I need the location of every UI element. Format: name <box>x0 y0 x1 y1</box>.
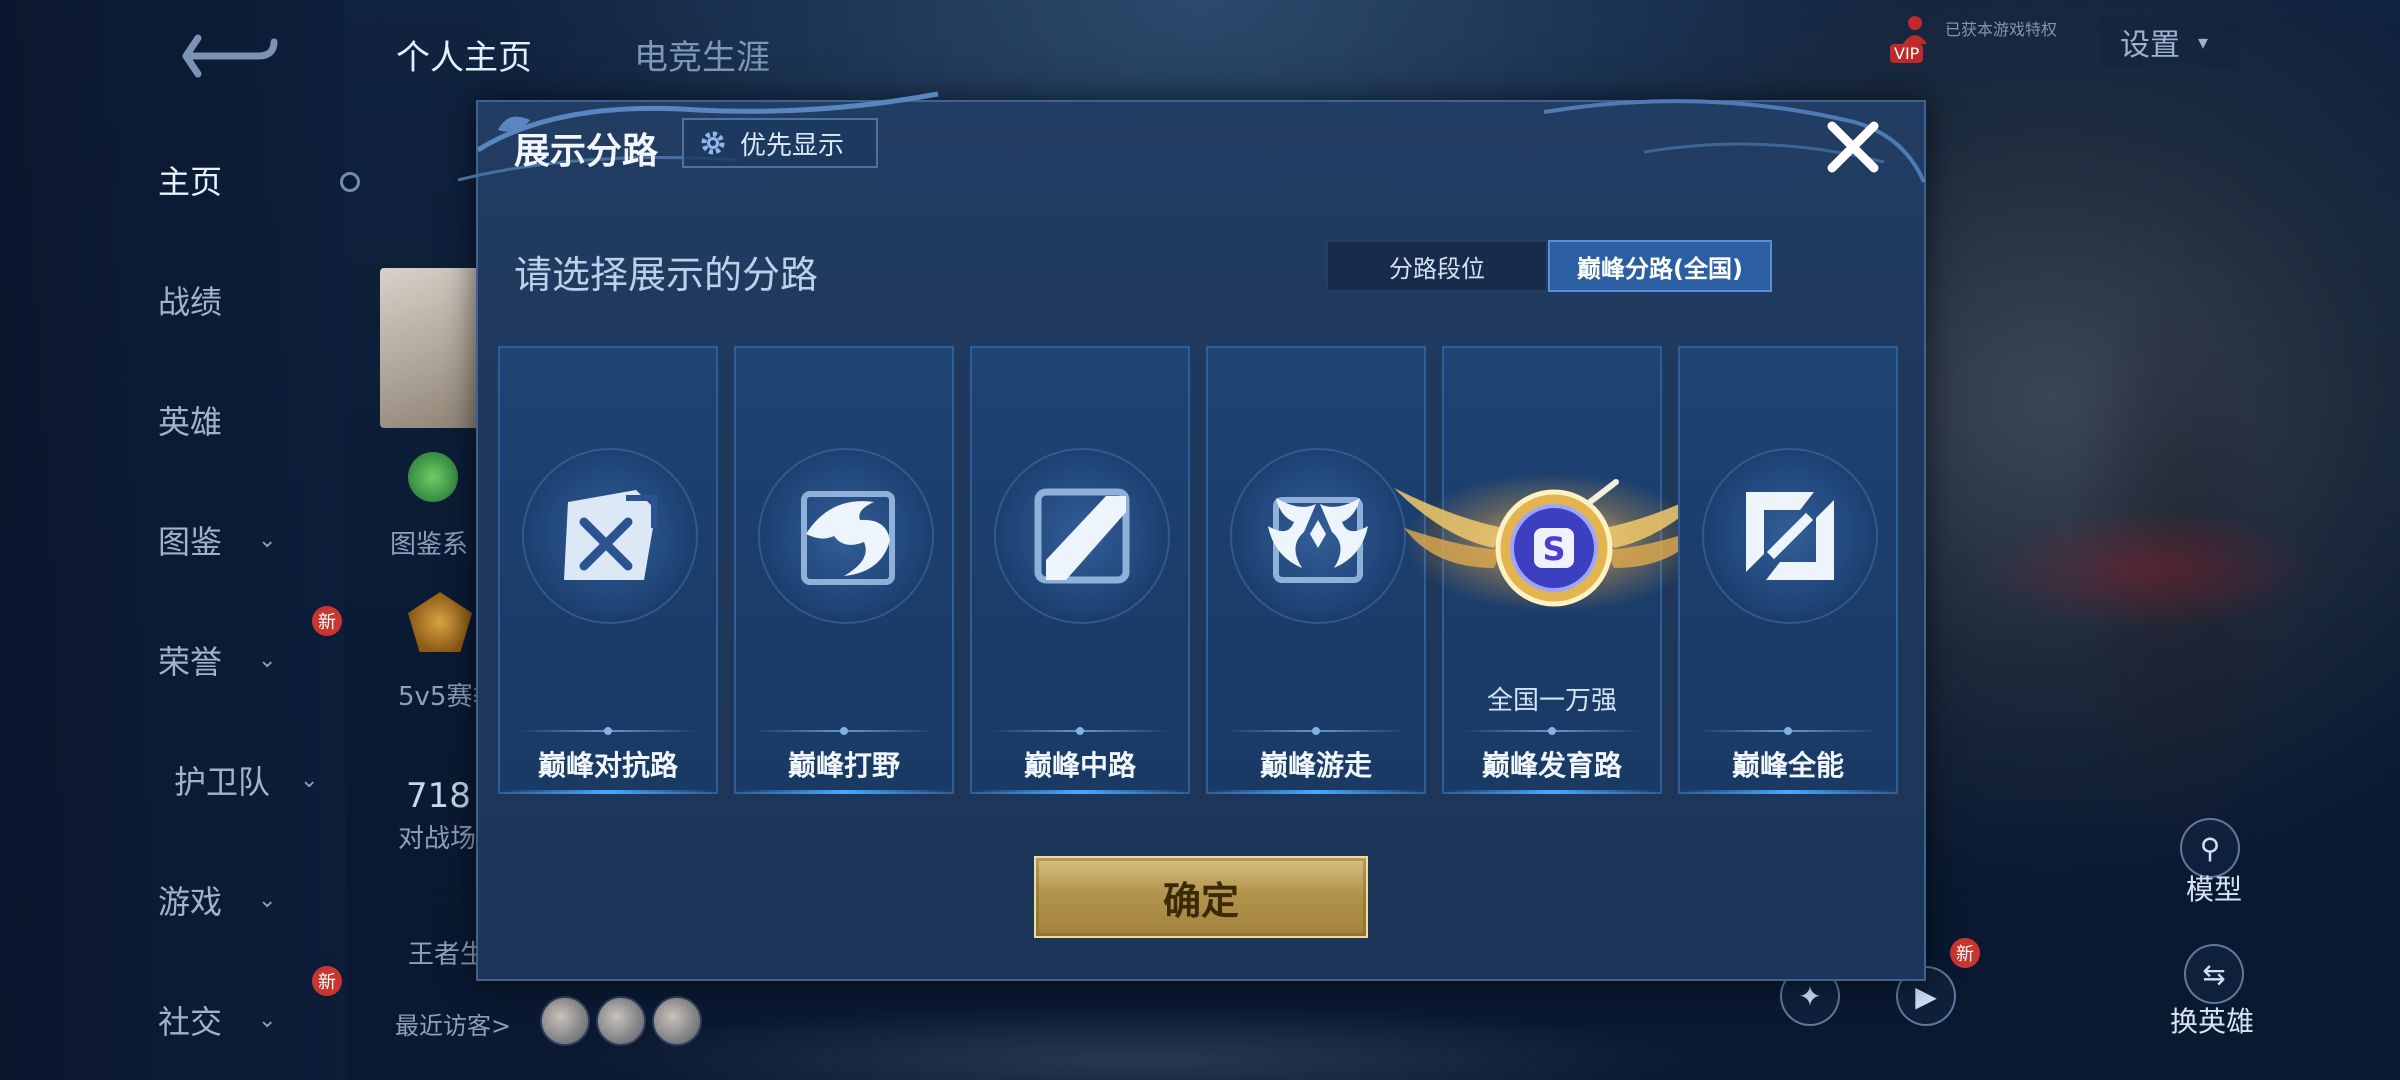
divider <box>754 727 934 735</box>
sidebar-item[interactable]: 游戏 ⌄ <box>150 870 310 930</box>
visitor-avatar[interactable] <box>652 996 702 1046</box>
golden-wings-glow: S <box>1394 473 1714 613</box>
sidebar-item[interactable]: 社交 ⌄ <box>150 990 310 1050</box>
match-count-caption: 对战场 <box>398 824 477 854</box>
priority-display-label: 优先显示 <box>740 130 845 161</box>
lane-rank: 全国一万强 <box>1486 686 1617 716</box>
tab-personal-home[interactable]: 个人主页 <box>396 30 532 79</box>
dialog-subtitle: 请选择展示的分路 <box>514 253 819 297</box>
chevron-down-icon: ⌄ <box>258 647 277 673</box>
tab-peak-lane-national[interactable]: 巅峰分路(全国) <box>1548 240 1772 292</box>
sidebar-item[interactable]: 荣誉 ⌄ <box>150 630 310 690</box>
confirm-button[interactable]: 确定 <box>1034 856 1368 938</box>
visitor-avatar[interactable] <box>596 996 646 1046</box>
sidebar-item[interactable]: 英雄 <box>150 390 310 450</box>
chevron-down-icon: ⌄ <box>300 767 319 793</box>
model-label[interactable]: 模型 <box>2186 868 2242 908</box>
new-badge: 新 <box>1950 938 1980 968</box>
divider <box>1698 727 1878 735</box>
lane-name: 巅峰全能 <box>1731 749 1844 782</box>
tujian-text: 图鉴系 <box>390 530 469 560</box>
divider <box>990 727 1170 735</box>
vip-text: 已获本游戏特权 <box>1945 20 2058 39</box>
divider <box>1462 727 1642 735</box>
match-count: 718 <box>406 776 471 816</box>
lane-name: 巅峰打野 <box>787 749 900 782</box>
diagonal-blade-icon <box>1034 488 1130 584</box>
sidebar-item-label: 荣誉 <box>157 643 222 681</box>
back-arrow-icon[interactable] <box>180 30 280 82</box>
gear-icon <box>701 131 725 155</box>
divider <box>518 727 698 735</box>
sidebar-item[interactable]: 主页 <box>150 150 310 210</box>
swap-hero-label[interactable]: 换英雄 <box>2170 1000 2254 1040</box>
sidebar-item-label: 图鉴 <box>157 523 222 561</box>
lane-card-adc[interactable]: S 全国一万强 巅峰发育路 <box>1394 346 1714 794</box>
green-emblem-icon <box>408 452 458 502</box>
priority-display-button[interactable]: 优先显示 <box>682 118 878 168</box>
tab-lane-rank[interactable]: 分路段位 <box>1326 240 1548 292</box>
chevron-down-icon: ⌄ <box>258 887 277 913</box>
interlock-icon <box>1746 492 1834 580</box>
lane-name: 巅峰对抗路 <box>537 749 678 782</box>
close-icon[interactable] <box>1822 116 1884 178</box>
settings-label: 设置 <box>2120 28 2180 63</box>
divider <box>1226 727 1406 735</box>
lane-card-allround[interactable]: 巅峰全能 <box>1678 346 1898 794</box>
person-icon <box>1903 16 1927 44</box>
sidebar-item-label: 英雄 <box>157 403 222 441</box>
wings-icon <box>1268 497 1368 583</box>
swap-hero-icon[interactable]: ⇆ <box>2184 944 2244 1004</box>
dragon-icon <box>801 491 895 585</box>
lane-display-dialog: 展示分路 优先显示 请选择展示的分路 分路段位 巅峰分路(全国) 巅峰对抗路 巅… <box>457 91 1926 981</box>
crossed-swords-icon <box>564 490 657 580</box>
recent-visitors-link[interactable]: 最近访客> <box>395 1006 511 1041</box>
player-portrait <box>380 268 480 428</box>
active-indicator-dot <box>340 172 360 192</box>
vip-badge: VIP <box>1890 44 1924 63</box>
lane-name: 巅峰中路 <box>1023 749 1136 782</box>
king-text: 王者生 <box>408 940 487 970</box>
lane-name: 巅峰游走 <box>1259 749 1372 782</box>
sidebar-item-label: 战绩 <box>157 283 222 321</box>
sidebar-item[interactable]: 图鉴 ⌄ <box>150 510 310 570</box>
lane-card-jungle[interactable]: 巅峰打野 <box>734 346 954 794</box>
lane-card-top[interactable]: 巅峰对抗路 <box>498 346 718 794</box>
dialog-title: 展示分路 <box>514 131 659 172</box>
red-ribbon-art <box>1900 420 2400 720</box>
new-badge: 新 <box>312 966 342 996</box>
sidebar-item-label: 社交 <box>157 1003 222 1041</box>
sidebar-item[interactable]: 护卫队 ⌄ <box>172 750 332 810</box>
settings-button[interactable]: 设置 ▾ <box>2100 16 2240 68</box>
sidebar-item-label: 主页 <box>157 163 222 201</box>
sidebar-item-label: 护卫队 <box>173 763 270 801</box>
lane-card-support[interactable]: 巅峰游走 <box>1206 346 1426 794</box>
sidebar-item[interactable]: 战绩 <box>150 270 310 330</box>
vip-privilege[interactable]: VIP 已获本游戏特权 <box>1890 14 2060 70</box>
svg-text:S: S <box>1542 530 1565 568</box>
sidebar-item-label: 游戏 <box>157 883 222 921</box>
lane-card-mid[interactable]: 巅峰中路 <box>970 346 1190 794</box>
visitor-avatar[interactable] <box>540 996 590 1046</box>
chevron-down-icon: ⌄ <box>258 1007 277 1033</box>
chevron-down-icon: ⌄ <box>258 527 277 553</box>
chevron-down-icon: ▾ <box>2198 30 2209 54</box>
tab-esports-career[interactable]: 电竞生涯 <box>634 30 770 79</box>
lane-name: 巅峰发育路 <box>1481 749 1622 782</box>
new-badge: 新 <box>312 606 342 636</box>
